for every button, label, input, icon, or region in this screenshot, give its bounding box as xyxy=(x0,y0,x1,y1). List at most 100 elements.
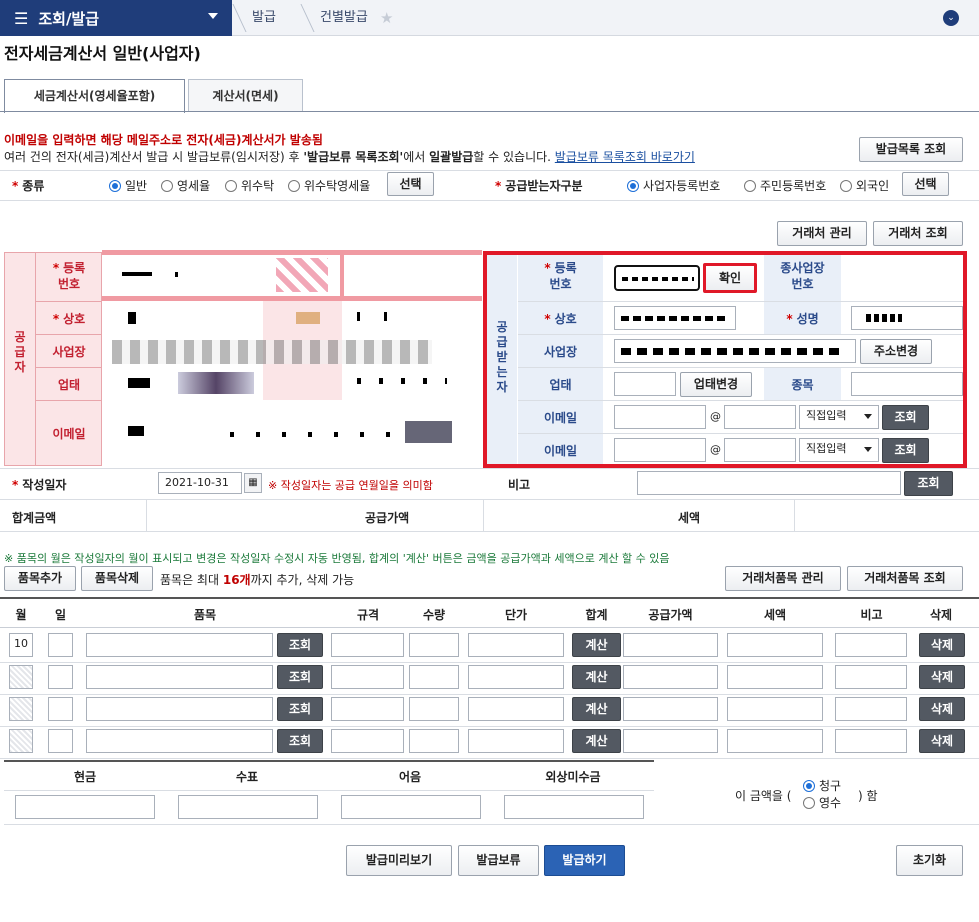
item-calc-button[interactable]: 계산 xyxy=(572,729,621,753)
issue-list-button[interactable]: 발급목록 조회 xyxy=(859,137,963,162)
date-input[interactable]: 2021-10-31 xyxy=(158,472,242,494)
radio-consign-zero[interactable]: 위수탁영세율 xyxy=(288,177,370,194)
receiver-regno-input[interactable] xyxy=(614,265,700,291)
item-qty-input[interactable] xyxy=(409,697,459,721)
item-remark-input[interactable] xyxy=(835,697,907,721)
email2-domain-select[interactable]: 직접입력 xyxy=(799,438,879,462)
favorite-star-icon[interactable]: ★ xyxy=(380,9,393,27)
item-search-button[interactable]: 조회 xyxy=(277,697,323,721)
receiver-biz-input[interactable] xyxy=(614,372,676,396)
menu-dropdown-button[interactable]: ☰ 조회/발급 xyxy=(0,0,232,36)
item-month-input[interactable] xyxy=(9,697,33,721)
partner-search-button[interactable]: 거래처 조회 xyxy=(873,221,963,246)
item-name-input[interactable] xyxy=(86,729,273,753)
radio-consign[interactable]: 위수탁 xyxy=(225,177,274,194)
item-delete-row-button[interactable]: 삭제 xyxy=(919,665,965,689)
email1-domain-input[interactable] xyxy=(724,405,796,429)
item-remark-input[interactable] xyxy=(835,665,907,689)
item-qty-input[interactable] xyxy=(409,665,459,689)
breadcrumb-issue[interactable]: 발급 xyxy=(252,0,276,36)
item-name-input[interactable] xyxy=(86,665,273,689)
radio-resident-number[interactable]: 주민등록번호 xyxy=(744,177,826,194)
item-calc-button[interactable]: 계산 xyxy=(572,633,621,657)
item-delete-button[interactable]: 품목삭제 xyxy=(81,566,153,591)
item-name-input[interactable] xyxy=(86,697,273,721)
item-tax-input[interactable] xyxy=(727,633,823,657)
item-search-button[interactable]: 조회 xyxy=(277,633,323,657)
item-supply-input[interactable] xyxy=(623,633,718,657)
partner-item-manage-button[interactable]: 거래처품목 관리 xyxy=(725,566,841,591)
item-calc-button[interactable]: 계산 xyxy=(572,665,621,689)
email2-search-button[interactable]: 조회 xyxy=(882,438,929,463)
partner-manage-button[interactable]: 거래처 관리 xyxy=(777,221,867,246)
breadcrumb-single-issue[interactable]: 건별발급 xyxy=(320,0,368,36)
issue-button[interactable]: 발급하기 xyxy=(544,845,625,876)
radio-claim[interactable]: 청구 xyxy=(803,777,841,794)
pay-note-input[interactable] xyxy=(341,795,481,819)
receiver-address-input[interactable] xyxy=(614,339,856,363)
item-spec-input[interactable] xyxy=(331,697,404,721)
item-month-input[interactable] xyxy=(9,729,33,753)
item-qty-input[interactable] xyxy=(409,729,459,753)
hold-button[interactable]: 발급보류 xyxy=(458,845,539,876)
item-name-input[interactable] xyxy=(86,633,273,657)
item-add-button[interactable]: 품목추가 xyxy=(4,566,76,591)
item-price-input[interactable] xyxy=(468,697,564,721)
email1-id-input[interactable] xyxy=(614,405,706,429)
item-price-input[interactable] xyxy=(468,633,564,657)
item-delete-row-button[interactable]: 삭제 xyxy=(919,697,965,721)
email2-id-input[interactable] xyxy=(614,438,706,462)
remark-input[interactable] xyxy=(637,471,901,495)
item-tax-input[interactable] xyxy=(727,665,823,689)
item-delete-row-button[interactable]: 삭제 xyxy=(919,729,965,753)
item-day-input[interactable] xyxy=(48,633,73,657)
item-qty-input[interactable] xyxy=(409,633,459,657)
partner-item-search-button[interactable]: 거래처품목 조회 xyxy=(847,566,963,591)
pay-check-input[interactable] xyxy=(178,795,318,819)
item-spec-input[interactable] xyxy=(331,665,404,689)
tab-invoice-exempt[interactable]: 계산서(면세) xyxy=(188,79,303,111)
item-tax-input[interactable] xyxy=(727,697,823,721)
item-supply-input[interactable] xyxy=(623,729,718,753)
item-day-input[interactable] xyxy=(48,665,73,689)
radio-general[interactable]: 일반 xyxy=(109,177,147,194)
item-tax-input[interactable] xyxy=(727,729,823,753)
item-remark-input[interactable] xyxy=(835,633,907,657)
remark-search-button[interactable]: 조회 xyxy=(904,471,953,496)
pay-credit-input[interactable] xyxy=(504,795,644,819)
item-supply-input[interactable] xyxy=(623,697,718,721)
item-price-input[interactable] xyxy=(468,729,564,753)
receiver-ceo-input[interactable] xyxy=(851,306,963,330)
email1-domain-select[interactable]: 직접입력 xyxy=(799,405,879,429)
item-search-button[interactable]: 조회 xyxy=(277,729,323,753)
chevron-down-icon[interactable]: ⌄ xyxy=(943,10,959,26)
item-month-input[interactable] xyxy=(9,665,33,689)
biz-change-button[interactable]: 업태변경 xyxy=(680,372,752,397)
receiver-name-input[interactable] xyxy=(614,306,736,330)
email2-domain-input[interactable] xyxy=(724,438,796,462)
item-spec-input[interactable] xyxy=(331,633,404,657)
radio-biz-number[interactable]: 사업자등록번호 xyxy=(627,177,720,194)
radio-receipt[interactable]: 영수 xyxy=(803,794,841,811)
address-change-button[interactable]: 주소변경 xyxy=(860,339,932,364)
type-select-button[interactable]: 선택 xyxy=(387,172,434,196)
item-calc-button[interactable]: 계산 xyxy=(572,697,621,721)
receiver-select-button[interactable]: 선택 xyxy=(902,172,949,196)
item-search-button[interactable]: 조회 xyxy=(277,665,323,689)
radio-foreigner[interactable]: 외국인 xyxy=(840,177,889,194)
item-supply-input[interactable] xyxy=(623,665,718,689)
item-price-input[interactable] xyxy=(468,665,564,689)
email1-search-button[interactable]: 조회 xyxy=(882,405,929,430)
item-delete-row-button[interactable]: 삭제 xyxy=(919,633,965,657)
item-spec-input[interactable] xyxy=(331,729,404,753)
receiver-item-input[interactable] xyxy=(851,372,963,396)
item-remark-input[interactable] xyxy=(835,729,907,753)
radio-zero-rate[interactable]: 영세율 xyxy=(161,177,210,194)
hold-list-link[interactable]: 발급보류 목록조회 바로가기 xyxy=(555,150,695,164)
preview-button[interactable]: 발급미리보기 xyxy=(346,845,452,876)
item-day-input[interactable] xyxy=(48,729,73,753)
reset-button[interactable]: 초기화 xyxy=(896,845,963,876)
pay-cash-input[interactable] xyxy=(15,795,155,819)
calendar-icon[interactable]: ▦ xyxy=(244,473,262,493)
item-day-input[interactable] xyxy=(48,697,73,721)
